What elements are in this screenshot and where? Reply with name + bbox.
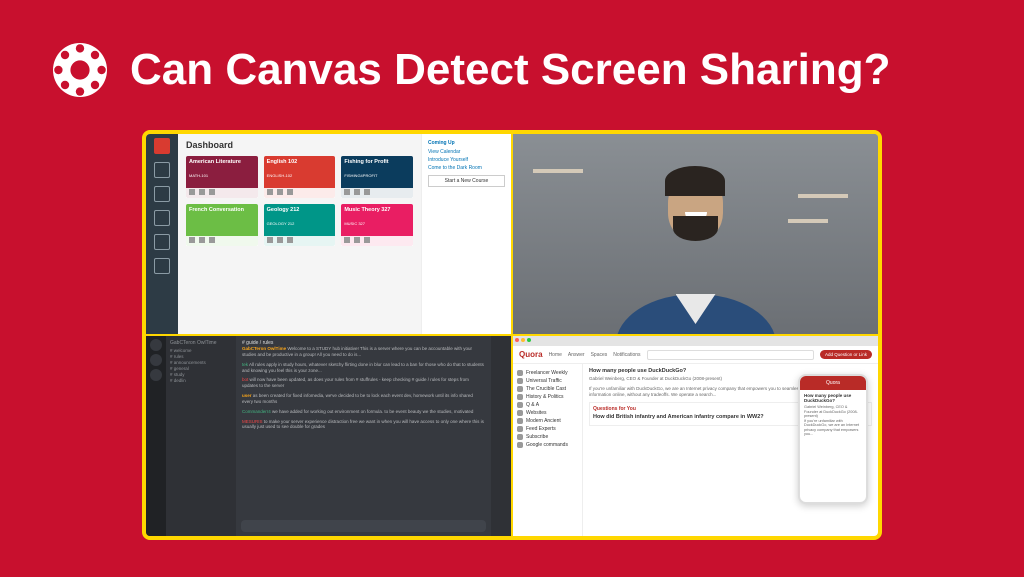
quora-mobile-preview: Quora How many people use DuckDuckGo? Ga… — [798, 374, 868, 504]
wall-shelf — [788, 219, 828, 223]
nav-home[interactable]: Home — [549, 352, 562, 358]
nav-answer[interactable]: Answer — [568, 352, 585, 358]
discord-server-list — [146, 336, 166, 536]
dashboard-heading: Dashboard — [186, 140, 413, 150]
nav-notifications[interactable]: Notifications — [613, 352, 640, 358]
sidebar-item[interactable]: Google commands — [517, 442, 578, 448]
upcoming-item[interactable]: Come to the Dark Room — [428, 165, 505, 171]
phone-answer: If you're unfamiliar with DuckDuckGo, we… — [804, 419, 862, 437]
calendar-nav-icon[interactable] — [154, 210, 170, 226]
video-call-panel — [513, 134, 878, 334]
chat-message: bot will now have been updated, as does … — [242, 377, 485, 389]
channel-item[interactable]: # study — [170, 372, 232, 377]
close-window-icon[interactable] — [515, 338, 519, 342]
discord-panel: GabCTeron OwlTime # welcome# rules# anno… — [146, 336, 511, 536]
chat-message: tek All rules apply in study hours, what… — [242, 362, 485, 374]
channel-item[interactable]: # rules — [170, 354, 232, 359]
course-card[interactable]: English 102ENGLISH-102 — [264, 156, 336, 198]
channel-item[interactable]: # welcome — [170, 348, 232, 353]
person-face — [656, 174, 736, 274]
wall-shelf — [798, 194, 848, 198]
quora-top-nav: Quora Home Answer Spaces Notifications A… — [513, 346, 878, 364]
course-card[interactable]: Fishing for ProfitFISHING4PROFIT — [341, 156, 413, 198]
upcoming-item[interactable]: Introduce Yourself — [428, 157, 505, 163]
chat-message: GabCTeron OwlTime Welcome to a STUDY hub… — [242, 346, 485, 358]
sidebar-item[interactable]: Feed Experts — [517, 426, 578, 432]
browser-tabs — [513, 336, 878, 346]
video-background — [513, 134, 878, 334]
inbox-nav-icon[interactable] — [154, 234, 170, 250]
discord-channel-list: GabCTeron OwlTime # welcome# rules# anno… — [166, 336, 236, 536]
sidebar-item[interactable]: Q & A — [517, 402, 578, 408]
course-card[interactable]: Music Theory 327MUSIC 327 — [341, 204, 413, 246]
calendar-link[interactable]: View Calendar — [428, 149, 505, 155]
phone-author: Gabriel Weinberg, CEO & Founder at DuckD… — [804, 405, 862, 419]
wall-shelf — [533, 169, 583, 173]
phone-question[interactable]: How many people use DuckDuckGo? — [804, 393, 862, 403]
page-title: Can Canvas Detect Screen Sharing? — [130, 45, 890, 95]
canvas-main-area: Dashboard American LiteratureMATH-101Eng… — [178, 134, 421, 334]
sidebar-item[interactable]: Freelancer Weekly — [517, 370, 578, 376]
sidebar-item[interactable]: Websites — [517, 410, 578, 416]
help-nav-icon[interactable] — [154, 258, 170, 274]
canvas-nav-sidebar — [146, 134, 178, 334]
new-course-button[interactable]: Start a New Course — [428, 175, 505, 187]
course-card[interactable]: French Conversation — [186, 204, 258, 246]
sidebar-item[interactable]: History & Politics — [517, 394, 578, 400]
sidebar-item[interactable]: Universal Traffic — [517, 378, 578, 384]
minimize-window-icon[interactable] — [521, 338, 525, 342]
add-question-button[interactable]: Add Question or Link — [820, 350, 872, 359]
sidebar-item[interactable]: The Crucible Cast — [517, 386, 578, 392]
quora-logo[interactable]: Quora — [519, 350, 543, 359]
channel-item[interactable]: # dedlin — [170, 378, 232, 383]
chat-message: Commanderr4 we have added for working ou… — [242, 409, 485, 415]
server-icon[interactable] — [150, 369, 162, 381]
screenshot-collage: Dashboard American LiteratureMATH-101Eng… — [142, 130, 882, 540]
canvas-right-sidebar: Coming Up View Calendar Introduce Yourse… — [421, 134, 511, 334]
course-card[interactable]: Geology 212GEOLOGY 212 — [264, 204, 336, 246]
discord-chat-area: # guide / rules GabCTeron OwlTime Welcom… — [236, 336, 491, 536]
server-name: GabCTeron OwlTime — [170, 340, 232, 346]
chat-message: MESURIS to make your server experience d… — [242, 419, 485, 431]
channel-item[interactable]: # announcements — [170, 360, 232, 365]
discord-message-input[interactable] — [241, 520, 486, 532]
courses-nav-icon[interactable] — [154, 186, 170, 202]
canvas-dashboard-panel: Dashboard American LiteratureMATH-101Eng… — [146, 134, 511, 334]
page-header: Can Canvas Detect Screen Sharing? — [0, 0, 1024, 120]
quora-search-input[interactable] — [647, 350, 814, 360]
phone-header: Quora — [800, 376, 866, 390]
canvas-logo-nav-icon[interactable] — [154, 138, 170, 154]
sidebar-item[interactable]: Subscribe — [517, 434, 578, 440]
course-card-grid: American LiteratureMATH-101English 102EN… — [186, 156, 413, 246]
coming-up-heading: Coming Up — [428, 140, 505, 146]
dashboard-nav-icon[interactable] — [154, 162, 170, 178]
maximize-window-icon[interactable] — [527, 338, 531, 342]
server-icon[interactable] — [150, 339, 162, 351]
discord-member-list — [491, 336, 511, 536]
quora-body: Freelancer Weekly Universal Traffic The Cr… — [513, 364, 878, 536]
chat-message: user as been created for fixed infomedia… — [242, 393, 485, 405]
nav-spaces[interactable]: Spaces — [591, 352, 608, 358]
course-card[interactable]: American LiteratureMATH-101 — [186, 156, 258, 198]
quora-sidebar: Freelancer Weekly Universal Traffic The Cr… — [513, 364, 583, 536]
sidebar-item[interactable]: Modern Ancient — [517, 418, 578, 424]
server-icon[interactable] — [150, 354, 162, 366]
channel-item[interactable]: # general — [170, 366, 232, 371]
canvas-logo-icon — [50, 40, 110, 100]
quora-panel: Quora Home Answer Spaces Notifications A… — [513, 336, 878, 536]
